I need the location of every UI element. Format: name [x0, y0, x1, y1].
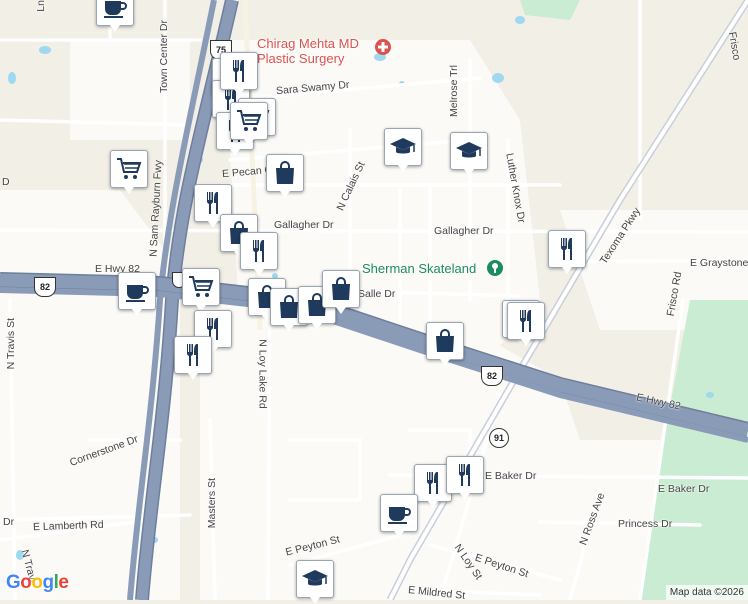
hospital-icon[interactable] — [375, 39, 391, 55]
road-label-gallagher-dr: Gallagher Dr — [434, 225, 494, 237]
restaurant-pin[interactable] — [174, 336, 212, 380]
road-label-n-loy-lake-rd: N Loy Lake Rd — [256, 339, 269, 409]
road-label-e-baker-dr: E Baker Dr — [658, 483, 710, 495]
road-label-dr: Dr — [3, 516, 15, 528]
school-pin[interactable] — [296, 560, 334, 604]
road-label-princess-dr: Princess Dr — [618, 518, 673, 530]
map-canvas[interactable] — [0, 0, 748, 600]
place-label-mehta-line1[interactable]: Chirag Mehta MD — [257, 36, 359, 51]
restaurant-pin[interactable] — [446, 456, 484, 500]
shopping-cart-pin[interactable] — [182, 268, 220, 312]
road-label-n-travis-st: N Travis St — [5, 318, 17, 370]
restaurant-pin[interactable] — [240, 232, 278, 276]
road-label-ln: Ln — [35, 0, 47, 12]
school-pin[interactable] — [450, 132, 488, 176]
map-attribution[interactable]: Map data ©2026 — [665, 585, 748, 600]
place-label-sherman-skateland[interactable]: Sherman Skateland — [362, 261, 476, 276]
restaurant-pin[interactable] — [548, 230, 586, 274]
road-label-gallagher-dr: Gallagher Dr — [274, 219, 334, 231]
skateland-pin-icon[interactable] — [487, 260, 503, 276]
google-logo: Google — [6, 572, 69, 593]
road-label-e-baker-dr: E Baker Dr — [485, 470, 537, 482]
school-pin[interactable] — [384, 128, 422, 172]
shopping-bag-pin[interactable] — [266, 154, 304, 198]
road-label-town-center-dr: Town Center Dr — [158, 20, 170, 93]
cafe-pin[interactable] — [96, 0, 134, 32]
shopping-bag-pin[interactable] — [426, 322, 464, 366]
road-label-salle-dr: Salle Dr — [358, 288, 396, 300]
restaurant-pin[interactable] — [220, 52, 258, 96]
road-label-e-lamberth-rd: E Lamberth Rd — [32, 518, 104, 534]
cafe-pin[interactable] — [380, 494, 418, 538]
shopping-cart-pin[interactable] — [110, 150, 148, 194]
route-shield-us-82: 82 — [34, 277, 56, 297]
route-shield-sh-91: 91 — [489, 428, 509, 448]
route-shield-us-82: 82 — [481, 366, 503, 386]
place-label-mehta-line2[interactable]: Plastic Surgery — [257, 51, 344, 66]
road-label-melrose-trl: Melrose Trl — [448, 65, 460, 117]
road-label-e-graystone: E Graystone — [690, 257, 748, 269]
road-label-masters-st: Masters St — [206, 478, 218, 529]
cafe-pin[interactable] — [118, 272, 156, 316]
shopping-bag-pin[interactable] — [322, 270, 360, 314]
restaurant-pin[interactable] — [507, 302, 545, 346]
road-label-d: D — [2, 176, 10, 188]
shopping-cart-pin[interactable] — [230, 102, 268, 146]
